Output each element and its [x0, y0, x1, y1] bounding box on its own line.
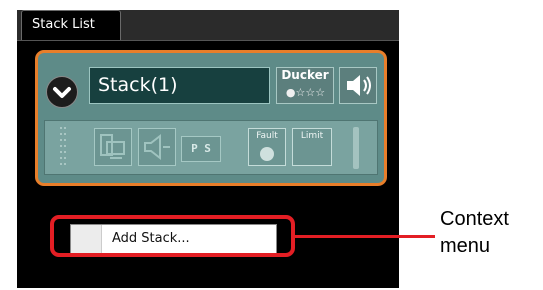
fault-label: Fault [256, 131, 278, 141]
monitor-button[interactable] [94, 128, 132, 166]
context-menu-highlight [50, 215, 295, 257]
speaker-output-button[interactable] [138, 128, 176, 166]
fault-indicator-icon [260, 147, 274, 161]
ps-button[interactable]: P S [181, 136, 221, 162]
limit-label: Limit [300, 131, 324, 141]
monitor-icon [100, 134, 125, 159]
callout-label: Context menu [440, 208, 509, 257]
chevron-down-icon [53, 87, 71, 98]
speaker-outline-icon [144, 133, 170, 161]
callout-line [295, 235, 435, 238]
drag-grip-icon[interactable] [59, 125, 67, 170]
fault-indicator: Fault [248, 128, 286, 166]
stack-name-field[interactable]: Stack(1) [89, 67, 270, 104]
ducker-label: Ducker [281, 68, 329, 82]
limit-indicator: Limit [292, 128, 332, 166]
level-meter [353, 127, 359, 169]
ducker-rating: ●☆☆☆ [285, 86, 326, 99]
speaker-button[interactable] [339, 67, 377, 104]
collapse-button[interactable] [46, 76, 78, 108]
tab-stack-list[interactable]: Stack List [21, 10, 121, 40]
speaker-icon [347, 75, 371, 96]
ps-icon: P S [191, 142, 211, 155]
